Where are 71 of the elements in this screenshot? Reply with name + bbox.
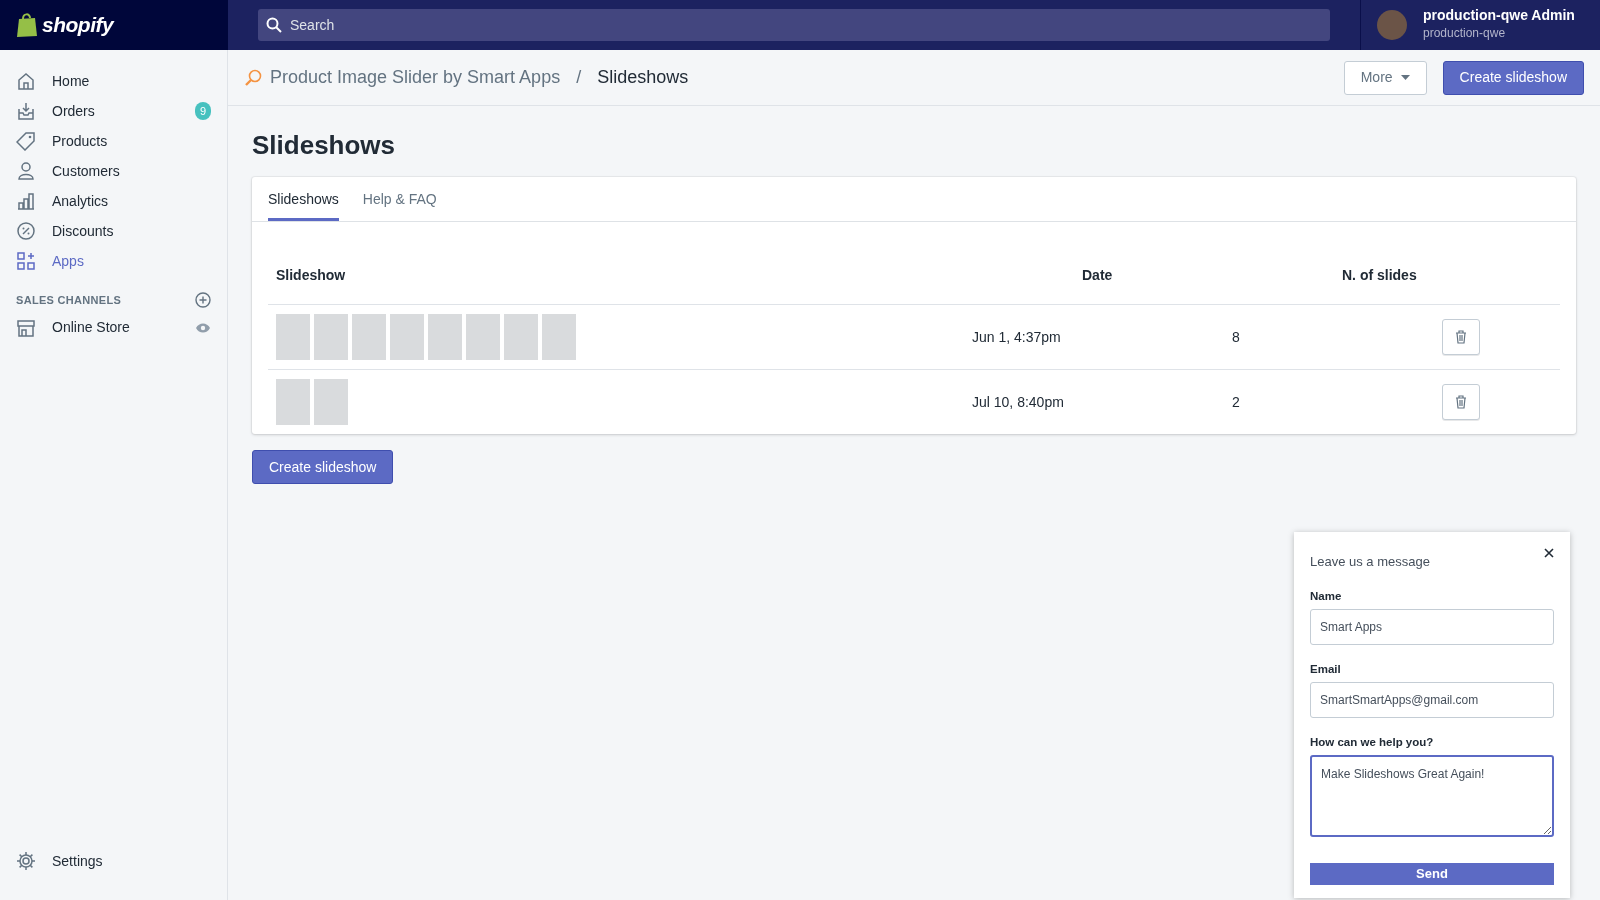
sidebar-item[interactable]: Online Store: [16, 312, 211, 343]
avatar-photo: [1377, 10, 1407, 40]
input-field[interactable]: SmartSmartApps@gmail.com: [1310, 682, 1554, 718]
apps-icon: [16, 251, 36, 271]
page-title: Slideshows: [252, 130, 397, 162]
column-header: Date: [1082, 265, 1114, 285]
create-slideshow-button[interactable]: Create slideshow: [252, 450, 394, 485]
store-name: production-qwe: [1423, 24, 1507, 42]
count-badge: 9: [194, 101, 211, 121]
caret-icon: [1400, 74, 1410, 81]
shopping-bag-icon: [16, 12, 38, 38]
app-logo-icon: [244, 68, 262, 87]
close-icon: [1544, 548, 1554, 558]
photo-placeholder: [314, 314, 348, 361]
input-field[interactable]: Smart Apps: [1310, 608, 1554, 645]
sidebar-item[interactable]: Settings: [16, 846, 211, 876]
table-cell-text: 8: [1232, 327, 1241, 347]
tag-icon: [16, 131, 36, 151]
breadcrumb-link[interactable]: Product Image Slider by Smart Apps: [270, 64, 561, 91]
delete-button[interactable]: [1442, 384, 1480, 421]
trash-icon: [1455, 330, 1467, 345]
bar-chart-icon: [16, 191, 36, 211]
settings-icon: [16, 851, 36, 871]
column-header: N. of slides: [1342, 265, 1418, 285]
send-button[interactable]: Send: [1310, 863, 1554, 885]
table-cell-text: Jul 10, 8:40pm: [972, 392, 1065, 412]
close-button[interactable]: [1544, 548, 1554, 558]
section-heading: SALES CHANNELS: [16, 293, 122, 308]
photo-placeholder: [276, 314, 310, 361]
photo-placeholder: [428, 314, 462, 361]
inbox-icon: [16, 101, 36, 121]
search-icon: [266, 17, 282, 33]
photo-placeholder: [542, 314, 576, 361]
trash-icon: [1455, 395, 1467, 410]
photo-placeholder: [276, 379, 310, 426]
person-icon: [16, 161, 36, 181]
search-field[interactable]: Search: [258, 9, 1330, 41]
more-button[interactable]: More: [1343, 60, 1427, 95]
tab[interactable]: Slideshows: [268, 177, 339, 222]
photo-placeholder: [504, 314, 538, 361]
house-icon: [16, 71, 36, 91]
sidebar-item[interactable]: Apps: [16, 246, 211, 276]
delete-button[interactable]: [1442, 319, 1480, 356]
photo-placeholder: [466, 314, 500, 361]
sidebar-item[interactable]: Discounts: [16, 216, 211, 246]
table-cell-text: Jun 1, 4:37pm: [972, 327, 1062, 347]
breadcrumb-separator: /: [576, 66, 582, 89]
chat-title: Leave us a message: [1310, 553, 1430, 571]
discount-icon: [16, 221, 36, 241]
eye-icon: [195, 321, 211, 334]
message-field[interactable]: Make Slideshows Great Again!: [1310, 755, 1554, 838]
table-cell-text: 2: [1232, 392, 1241, 412]
user-name: production-qwe Admin: [1423, 8, 1575, 24]
sidebar-item[interactable]: Customers: [16, 156, 211, 186]
column-header: Slideshow: [276, 265, 347, 285]
field-label: Email: [1310, 661, 1342, 677]
tab[interactable]: Help & FAQ: [362, 177, 437, 222]
photo-placeholder: [390, 314, 424, 361]
logo-text: shopify: [42, 12, 114, 39]
add-icon[interactable]: [195, 292, 211, 309]
photo-placeholder: [314, 379, 348, 426]
sidebar-item[interactable]: Home: [16, 66, 211, 96]
field-label: How can we help you?: [1310, 735, 1435, 750]
photo-placeholder: [352, 314, 386, 361]
create-slideshow-button[interactable]: Create slideshow: [1442, 60, 1584, 95]
sidebar-item[interactable]: Orders 9: [16, 96, 211, 126]
store-icon: [16, 317, 36, 338]
breadcrumb-current: Slideshows: [597, 66, 690, 89]
sidebar-item[interactable]: Analytics: [16, 186, 211, 216]
field-label: Name: [1310, 588, 1343, 604]
sidebar-item[interactable]: Products: [16, 126, 211, 156]
